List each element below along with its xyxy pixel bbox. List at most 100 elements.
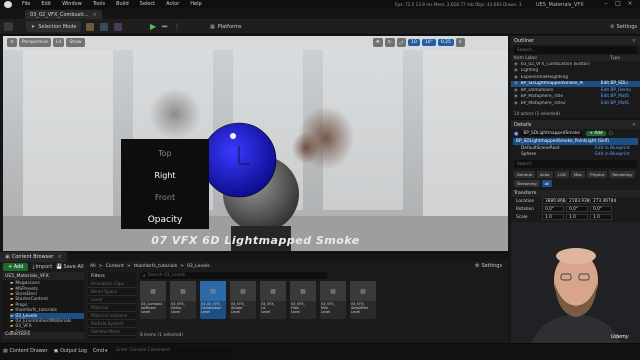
visibility-icon[interactable]: ◉ (514, 94, 518, 99)
col-type[interactable]: Type (610, 56, 620, 61)
asset-tile[interactable]: ▦ 03_VFX_ Misc Level (320, 281, 346, 319)
tab-close-icon[interactable]: × (92, 12, 96, 18)
perspective-button[interactable]: Perspective (18, 38, 51, 47)
settings-button[interactable]: ⚙ Settings (605, 21, 640, 32)
filter-chip-lod[interactable]: LOD (554, 171, 569, 178)
level-viewport[interactable]: ≡ Perspective Lit Show ✥ ↻ ⤢ 10 10° 0.25… (3, 36, 508, 251)
translate-icon[interactable]: ✥ (373, 38, 383, 47)
filter-chip-physics[interactable]: Physics (587, 171, 608, 178)
filter-item[interactable]: Particle System (88, 320, 136, 328)
outliner-row[interactable]: ◉ BP_DemoRoom Edit BP_Demo (511, 87, 640, 94)
asset-tile[interactable]: ▦ 03_VFX_ Flow Level (290, 281, 316, 319)
platforms-button[interactable]: ▦ Platforms (205, 21, 246, 32)
outliner-row[interactable]: ◉ BP_MatSphere_Title2 Edit BP_MatS (511, 100, 640, 107)
rotate-icon[interactable]: ↻ (384, 38, 395, 47)
breadcrumb-item[interactable]: 03_Levels (187, 264, 210, 269)
unreal-logo-icon[interactable] (4, 1, 12, 8)
blueprint-icon[interactable]: ⎔ (609, 131, 613, 137)
breadcrumb-item[interactable]: Content (106, 264, 124, 269)
outliner-row[interactable]: ◉ BP_MatSphere_Title Edit BP_MatS (511, 94, 640, 101)
lit-button[interactable]: Lit (52, 38, 65, 47)
visibility-icon[interactable]: ◉ (514, 68, 518, 73)
filter-chip-general[interactable]: General (514, 171, 535, 178)
save-all-button[interactable]: 💾 Save All (56, 264, 83, 270)
maximize-icon[interactable]: □ (612, 0, 624, 7)
menu-item-window[interactable]: Window (62, 1, 82, 7)
close-icon[interactable]: × (632, 38, 636, 44)
component-item[interactable]: Sphere Edit in Blueprint (511, 152, 640, 159)
asset-search-box[interactable]: ⌕ Search 03_Levels (140, 272, 328, 279)
menu-item-build[interactable]: Build (116, 1, 129, 7)
filter-chip-misc[interactable]: Misc (570, 171, 586, 178)
breadcrumb-item[interactable]: All (90, 264, 96, 269)
camera-speed-value[interactable]: 4 (455, 38, 465, 47)
close-icon[interactable]: × (624, 0, 636, 7)
scale-x-field[interactable]: 1.0 (542, 214, 564, 220)
menu-item-help[interactable]: Help (190, 1, 201, 7)
menu-item-tools[interactable]: Tools (93, 1, 105, 7)
visibility-icon[interactable]: ◉ (514, 101, 518, 106)
filter-item[interactable]: Skeletal Mesh (88, 328, 136, 336)
visibility-icon[interactable]: ◉ (514, 75, 518, 80)
filter-item[interactable]: Level (88, 296, 136, 304)
scale-snap-value[interactable]: 0.25 (437, 39, 454, 46)
menu-item-edit[interactable]: Edit (41, 1, 51, 7)
scale-icon[interactable]: ⤢ (396, 38, 407, 47)
viewport-menu-icon[interactable]: ≡ (7, 38, 17, 47)
filter-item[interactable]: Animation Clips (88, 280, 136, 288)
filter-item[interactable]: Blend Space (88, 288, 136, 296)
scale-z-field[interactable]: 1.0 (590, 214, 612, 220)
show-button[interactable]: Show (66, 38, 85, 47)
filter-chip-rendering[interactable]: Rendering (609, 171, 635, 178)
menu-item-actor[interactable]: Actor (166, 1, 179, 7)
asset-tile[interactable]: ▦ 03_VFX_ Smoke Level (230, 281, 256, 319)
filter-chip-all[interactable]: All (541, 180, 553, 187)
component-item[interactable]: DefaultSceneRoot Edit in Blueprint (511, 145, 640, 152)
content-settings-button[interactable]: ⚙ Settings (475, 263, 502, 269)
rotation-y-field[interactable]: 0.0° (566, 206, 588, 212)
asset-tile[interactable]: ▦ 03_Combust ionBeam Level (140, 281, 166, 319)
visibility-icon[interactable]: ◉ (514, 62, 518, 67)
more-options-icon[interactable]: ⋮ (174, 23, 180, 30)
import-button[interactable]: ⤓ Import (32, 264, 52, 270)
selection-mode-button[interactable]: ➤ Selection Mode (26, 21, 82, 32)
asset-tile[interactable]: ▦ 03_VFX_ Lit Level (260, 281, 286, 319)
edit-in-blueprint-link[interactable]: Edit in Blueprint (595, 146, 630, 151)
menu-item-file[interactable]: File (22, 1, 30, 7)
outliner-search-box[interactable]: Search... (514, 46, 637, 54)
rotation-x-field[interactable]: 0.0° (542, 206, 564, 212)
project-header[interactable]: UE5_Materials_VFX (2, 272, 84, 280)
breadcrumb-item[interactable]: thanhbrfs_tutorials (134, 264, 177, 269)
asset-tile[interactable]: ▦ 03_VFX_ Simplified Level (350, 281, 376, 319)
blueprint-icon[interactable] (100, 23, 108, 31)
cinematics-icon[interactable] (114, 23, 122, 31)
details-search-box[interactable]: Search (514, 160, 637, 168)
edit-in-blueprint-link[interactable]: Edit in Blueprint (595, 152, 630, 157)
filter-chip-streaming[interactable]: Streaming (514, 180, 540, 187)
content-browser-tab[interactable]: ▣ Content Browser × (0, 252, 67, 262)
add-button[interactable]: + Add (3, 263, 29, 271)
add-actor-icon[interactable] (86, 23, 94, 31)
rotation-snap-value[interactable]: 10° (421, 39, 436, 46)
close-icon[interactable]: × (632, 122, 636, 128)
content-drawer-button[interactable]: ▤ Content Drawer (3, 349, 48, 354)
scale-y-field[interactable]: 1.0 (566, 214, 588, 220)
col-item-label[interactable]: Item Label (514, 56, 537, 61)
location-z-field[interactable]: 273.46744 (590, 198, 616, 204)
filter-item[interactable]: Material Instance (88, 312, 136, 320)
level-tab[interactable]: 03_02_VFX_Combusti... × (25, 10, 102, 19)
filter-chip-actor[interactable]: Actor (536, 171, 553, 178)
cmd-dropdown[interactable]: Cmd ▾ (93, 349, 108, 354)
play-icon[interactable]: ▶ (150, 22, 156, 31)
location-x-field[interactable]: 3880.8664 (542, 198, 568, 204)
filter-item[interactable]: Material (88, 304, 136, 312)
collections-header[interactable]: Collections (2, 332, 84, 339)
asset-tile[interactable]: ▦ 03_02_VFX_ Combustion Level (200, 281, 226, 319)
asset-tile[interactable]: ▦ 03_VFX_ Demo Level (170, 281, 196, 319)
outliner-row[interactable]: ◉ BP_SDLightmappedSmoke_Pi Edit BP_SDLi (511, 80, 640, 87)
tab-close-icon[interactable]: × (57, 254, 61, 260)
visibility-icon[interactable]: ◉ (514, 88, 518, 93)
output-log-button[interactable]: ▣ Output Log (54, 349, 87, 354)
add-component-button[interactable]: + Add (586, 131, 606, 136)
minimize-icon[interactable]: – (600, 0, 612, 7)
